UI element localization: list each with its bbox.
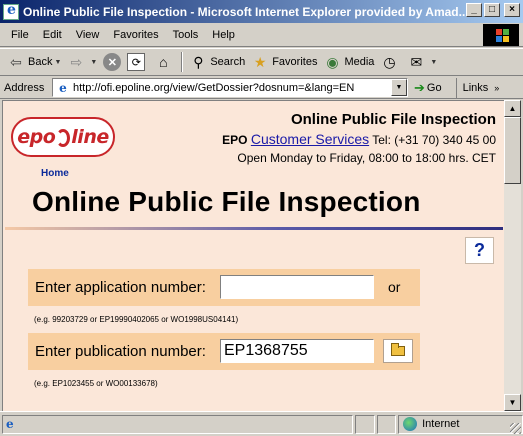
zone-label: Internet [422,418,460,430]
search-button[interactable]: ⚲ Search [186,50,248,74]
address-dropdown-icon[interactable]: ▼ [391,79,407,96]
page-status-icon: e [6,417,14,431]
back-label: Back [28,56,53,68]
status-message: e [2,414,353,434]
title-divider [5,227,503,230]
folder-open-icon [391,343,405,356]
history-button[interactable]: ◷ [377,50,404,74]
forward-arrow-icon: ⇨ [70,53,83,70]
links-label: Links [462,81,489,94]
close-button[interactable]: × [504,3,520,17]
or-label: or [388,279,401,295]
stop-button[interactable]: ✕ [100,50,124,74]
window-title-bar[interactable]: Online Public File Inspection - Microsof… [0,0,523,23]
contact-tel: Tel: (+31 70) 340 45 00 [372,133,496,147]
help-button[interactable]: ? [465,237,494,264]
refresh-button[interactable]: ⟳ [124,50,151,74]
opening-hours: Open Monday to Friday, 08:00 to 18:00 hr… [237,151,496,165]
go-button[interactable]: ➔ Go [414,80,442,96]
toolbar: ⇦ Back ▼ ⇨ ▼ ✕ ⟳ ⌂ ⚲ Search ★ Favorites … [0,48,523,76]
go-arrow-icon: ➔ [414,79,425,95]
menu-tools[interactable]: Tools [166,29,206,41]
vertical-scrollbar[interactable]: ▲ ▼ [504,100,521,411]
back-button[interactable]: ⇦ Back ▼ [4,50,64,74]
menu-favorites[interactable]: Favorites [106,29,165,41]
address-url[interactable]: http://ofi.epoline.org/view/GetDossier?d… [73,82,391,94]
publication-number-label: Enter publication number: [35,343,206,360]
dropdown-arrow-icon[interactable]: ▼ [430,59,437,66]
mail-icon: ✉ [410,53,423,70]
home-icon: ⌂ [159,54,168,70]
favorites-label: Favorites [272,56,318,68]
address-bar: Address e http://ofi.epoline.org/view/Ge… [0,77,523,99]
toolbar-separator [181,52,184,72]
history-clock-icon: ◷ [383,53,396,70]
page-title: Online Public File Inspection [32,186,421,217]
logo-wordmark: epo line [17,126,109,148]
media-button[interactable]: ◉ Media [320,50,377,74]
status-cell [355,414,375,434]
publication-number-row: Enter publication number: [28,333,420,370]
internet-globe-icon [403,417,418,431]
maximize-button[interactable]: □ [484,3,500,17]
customer-services-link[interactable]: Customer Services [251,131,369,147]
dropdown-arrow-icon[interactable]: ▼ [90,59,97,66]
chevron-right-icon[interactable]: » [494,83,499,93]
menu-view[interactable]: View [69,29,107,41]
home-link[interactable]: Home [41,168,69,179]
window-controls: _ □ × [466,3,520,17]
status-bar: e Internet [0,411,523,436]
home-button[interactable]: ⌂ [151,50,178,74]
minimize-button[interactable]: _ [466,3,482,17]
window-title: Online Public File Inspection - Microsof… [23,4,469,19]
application-number-example: (e.g. 99203729 or EP19990402065 or WO199… [34,315,239,324]
windows-logo-icon [483,24,519,46]
scroll-thumb[interactable] [504,117,521,184]
security-zone: Internet [398,414,523,434]
menu-file[interactable]: File [4,29,36,41]
page-viewport: epo line Home Online Public File Inspecti… [2,100,504,411]
application-number-input[interactable] [220,275,374,299]
menu-bar: File Edit View Favorites Tools Help [0,23,523,47]
menu-help[interactable]: Help [205,29,242,41]
page-icon: e [59,80,67,95]
menu-edit[interactable]: Edit [36,29,69,41]
status-cell [376,414,397,434]
address-input[interactable]: e http://ofi.epoline.org/view/GetDossier… [52,78,408,97]
header-title: Online Public File Inspection [290,111,496,128]
dropdown-arrow-icon[interactable]: ▼ [54,59,61,66]
links-toolbar[interactable]: Links » [455,77,499,98]
go-label: Go [426,81,442,94]
epoline-logo[interactable]: epo line [11,117,115,157]
media-label: Media [344,56,375,68]
search-icon: ⚲ [193,53,204,70]
publication-number-example: (e.g. EP1023455 or WO00133678) [34,379,158,388]
logo-swirl-icon [56,128,71,147]
publication-number-input[interactable] [220,339,374,363]
favorites-button[interactable]: ★ Favorites [248,50,320,74]
scroll-down-button[interactable]: ▼ [504,394,521,411]
mail-button[interactable]: ✉ ▼ [404,50,440,74]
refresh-icon: ⟳ [127,53,146,71]
ie-icon [3,2,19,20]
address-label: Address [4,81,45,94]
stop-icon: ✕ [103,53,122,71]
resize-grip[interactable] [510,423,521,434]
search-label: Search [210,56,246,68]
forward-button[interactable]: ⇨ ▼ [64,50,100,74]
application-number-label: Enter application number: [35,279,206,296]
application-number-row: Enter application number: or [28,269,420,306]
media-icon: ◉ [326,53,339,70]
back-arrow-icon: ⇦ [10,53,22,70]
favorites-star-icon: ★ [253,53,267,70]
open-file-button[interactable] [383,339,413,363]
scroll-up-button[interactable]: ▲ [504,100,521,117]
header-contact: EPO Customer Services Tel: (+31 70) 340 … [222,131,496,147]
contact-prefix: EPO [222,133,248,147]
